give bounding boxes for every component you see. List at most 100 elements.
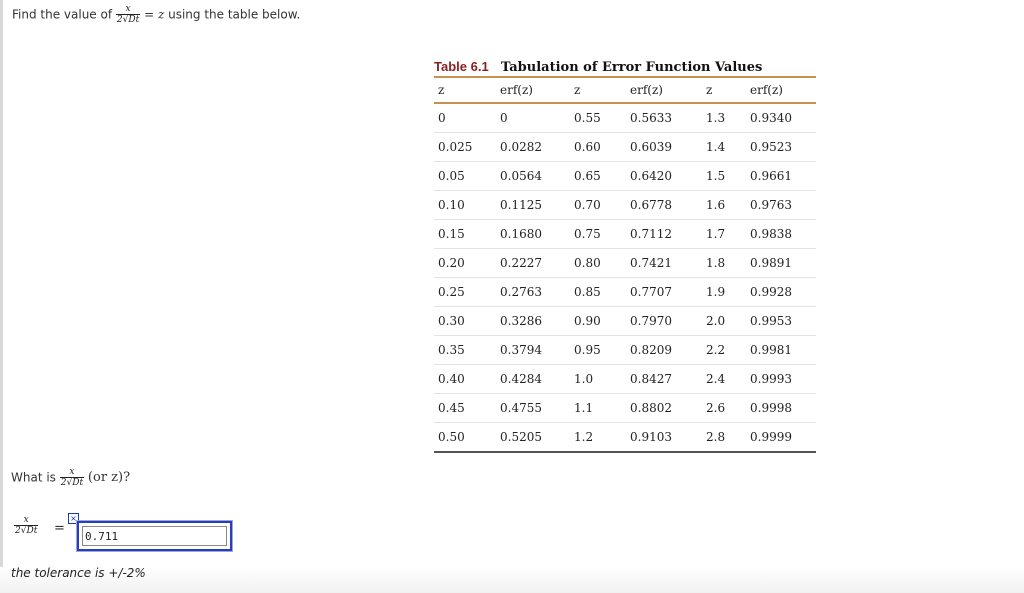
table-cell: 0.90: [570, 306, 626, 336]
question-prefix: Find the value of: [12, 7, 113, 22]
table-cell: 0.85: [570, 277, 626, 307]
header-cell: z: [706, 83, 713, 97]
table-cell: 0.4755: [496, 393, 570, 423]
table-cell: 0.2227: [496, 248, 570, 278]
table-cell: 0.2763: [496, 277, 570, 307]
table-row: 0.25 0.2763 0.85 0.7707 1.9 0.9928: [434, 277, 816, 307]
table-cell: 0.9838: [746, 219, 816, 249]
table-cell: 0.25: [434, 277, 496, 307]
erf-table-body: 0 0 0.55 0.5633 1.3 0.9340 0.025 0.0282 0.60 0.60…: [434, 104, 816, 451]
denominator-coefficient: 2: [116, 15, 123, 25]
table-cell: 0.65: [570, 161, 626, 191]
question-prompt: Find the value of x 2√Dt = z using the t…: [12, 4, 300, 25]
table-cell: 0.80: [570, 248, 626, 278]
table-cell: 0.10: [434, 190, 496, 220]
table-row: 0.025 0.0282 0.60 0.6039 1.4 0.9523: [434, 132, 816, 162]
denominator-coefficient: 2: [60, 478, 67, 488]
table-cell: 0.70: [570, 190, 626, 220]
left-border: [0, 0, 3, 593]
variable-z: z: [157, 7, 165, 22]
table-cell: 1.5: [702, 161, 746, 191]
table-cell: 0.9999: [750, 430, 792, 444]
sub-question-suffix: (or z)?: [87, 470, 131, 485]
table-cell: 0.50: [438, 430, 465, 444]
table-cell: 0.30: [434, 306, 496, 336]
table-title: Tabulation of Error Function Values: [500, 60, 763, 75]
table-row: 0.10 0.1125 0.70 0.6778 1.6 0.9763: [434, 190, 816, 220]
question-suffix: using the table below.: [168, 7, 301, 22]
table-cell: 0.0564: [496, 161, 570, 191]
table-cell: 0.8427: [626, 364, 702, 394]
table-cell: 0.7970: [626, 306, 702, 336]
table-cell: 0.9993: [746, 364, 816, 394]
table-cell: 0.1680: [496, 219, 570, 249]
erf-table: z erf(z) z erf(z) z erf(z): [434, 78, 816, 102]
table-cell: 0.0282: [496, 132, 570, 162]
table-row: 0.45 0.4755 1.1 0.8802 2.6 0.9998: [434, 393, 816, 423]
error-function-table: Table 6.1 Tabulation of Error Function V…: [434, 58, 816, 453]
header-cell: z: [438, 83, 445, 97]
answer-field-inner: [82, 526, 227, 546]
table-cell: 0.4284: [496, 364, 570, 394]
fraction-x-over-2-root-dt: x 2√Dt: [14, 515, 39, 536]
table-caption: Table 6.1 Tabulation of Error Function V…: [434, 58, 816, 76]
table-cell: 0.9763: [746, 190, 816, 220]
table-row: 0.40 0.4284 1.0 0.8427 2.4 0.9993: [434, 364, 816, 394]
sub-question: What is x 2√Dt (or z)?: [11, 467, 130, 488]
table-cell: 0.7421: [626, 248, 702, 278]
table-cell: 0.7707: [626, 277, 702, 307]
table-bottom-rule: [434, 451, 816, 453]
answer-field-frame: [77, 521, 232, 551]
table-cell: 0.9661: [746, 161, 816, 191]
table-cell: 1.9: [702, 277, 746, 307]
table-cell: 0.45: [434, 393, 496, 423]
fraction-denominator: 2√Dt: [15, 525, 38, 536]
table-cell: 0.05: [434, 161, 496, 191]
denominator-radicand: Dt: [26, 525, 38, 536]
table-cell: 0.60: [570, 132, 626, 162]
table-row: 0.35 0.3794 0.95 0.8209 2.2 0.9981: [434, 335, 816, 365]
table-cell: 0.9523: [746, 132, 816, 162]
bottom-shade: [0, 567, 1024, 593]
answer-input[interactable]: [85, 527, 220, 545]
table-cell: 0.6039: [626, 132, 702, 162]
equals-sign: =: [54, 521, 65, 536]
table-cell: 0.55: [570, 104, 626, 133]
table-cell: 0.9891: [746, 248, 816, 278]
table-cell: 0.35: [434, 335, 496, 365]
table-cell: 2.2: [702, 335, 746, 365]
table-cell: 1.6: [702, 190, 746, 220]
equals-sign: =: [144, 7, 155, 22]
table-row: 0.15 0.1680 0.75 0.7112 1.7 0.9838: [434, 219, 816, 249]
header-cell: erf(z): [630, 83, 663, 97]
table-cell: 0.9103: [630, 430, 672, 444]
table-cell: 1.8: [702, 248, 746, 278]
table-cell: 0.8802: [626, 393, 702, 423]
table-cell: 1.0: [570, 364, 626, 394]
table-row: 0.05 0.0564 0.65 0.6420 1.5 0.9661: [434, 161, 816, 191]
table-cell: 0.95: [570, 335, 626, 365]
table-cell: 0.9981: [746, 335, 816, 365]
table-cell: 0.5633: [626, 104, 702, 133]
table-cell: 0: [434, 104, 496, 133]
table-cell: 0.6420: [626, 161, 702, 191]
table-cell: 0.1125: [496, 190, 570, 220]
table-cell: 0.9340: [746, 104, 816, 133]
table-cell: 0.6778: [626, 190, 702, 220]
header-cell: z: [574, 83, 581, 97]
table-cell: 1.2: [574, 430, 594, 444]
table-header-row: z erf(z) z erf(z) z erf(z): [434, 78, 816, 102]
table-row: 0.30 0.3286 0.90 0.7970 2.0 0.9953: [434, 306, 816, 336]
header-cell: erf(z): [500, 83, 533, 97]
table-cell: 0.5205: [500, 430, 542, 444]
table-cell: 0.8209: [626, 335, 702, 365]
table-cell: 0.7112: [626, 219, 702, 249]
sub-question-prefix: What is: [11, 470, 56, 485]
header-cell: erf(z): [750, 83, 783, 97]
table-cell: 0.15: [434, 219, 496, 249]
table-row: 0.20 0.2227 0.80 0.7421 1.8 0.9891: [434, 248, 816, 278]
table-cell: 1.4: [702, 132, 746, 162]
table-cell: 0.9928: [746, 277, 816, 307]
tolerance-note: the tolerance is +/-2%: [11, 566, 146, 580]
table-cell: 0.75: [570, 219, 626, 249]
